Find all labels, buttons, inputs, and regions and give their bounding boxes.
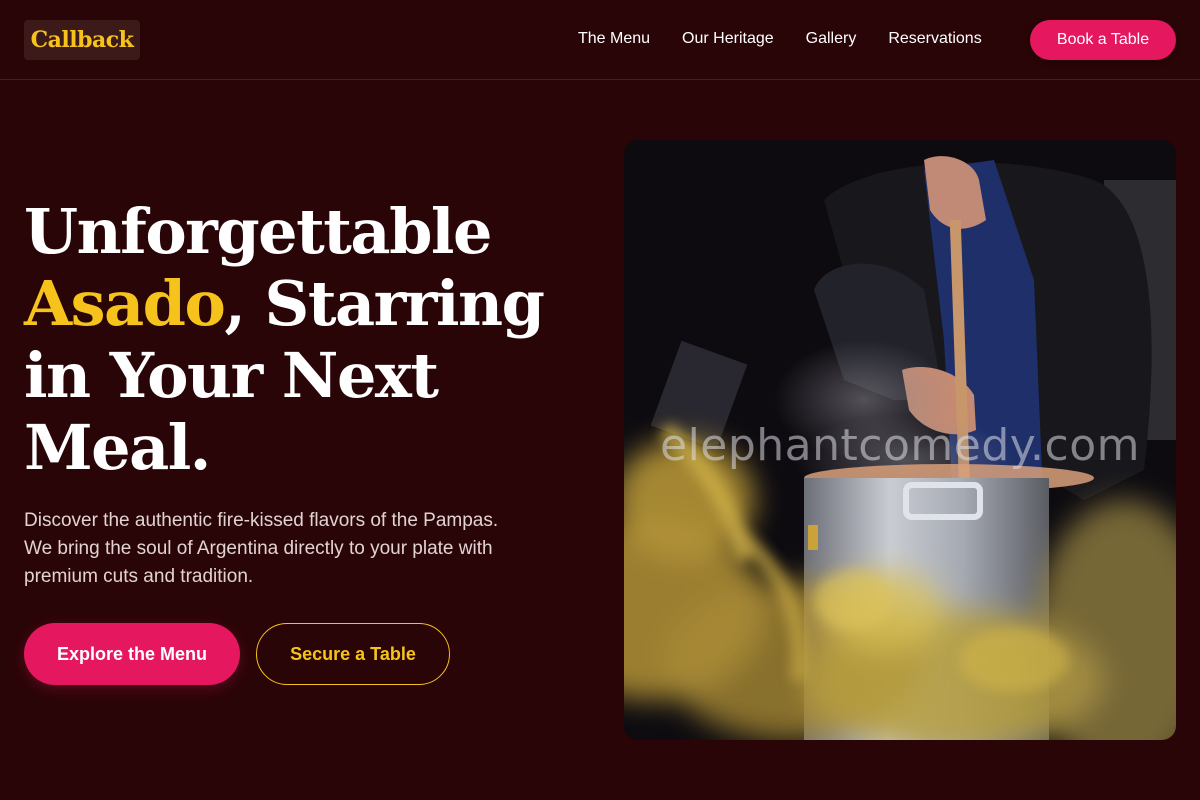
hero-photo-illustration: [624, 140, 1176, 740]
hero-title-line-1: Unforgettable: [24, 195, 492, 268]
logo[interactable]: Callback: [24, 20, 140, 60]
hero-title-line-2-rest: , Starring: [224, 267, 545, 340]
nav-link-heritage[interactable]: Our Heritage: [682, 29, 774, 49]
hero-title: Unforgettable Asado, Starring in Your Ne…: [24, 196, 584, 484]
nav-link-reservations[interactable]: Reservations: [888, 29, 981, 49]
hero-title-accent: Asado: [24, 267, 226, 340]
secure-table-button[interactable]: Secure a Table: [256, 623, 450, 685]
nav-link-gallery[interactable]: Gallery: [806, 29, 857, 49]
hero-title-line-4: Meal.: [24, 411, 211, 484]
explore-menu-button[interactable]: Explore the Menu: [24, 623, 240, 685]
hero-image: [624, 140, 1176, 740]
hero-description: Discover the authentic fire-kissed flavo…: [24, 510, 499, 587]
site-header: Callback The Menu Our Heritage Gallery R…: [0, 0, 1200, 80]
main-nav: The Menu Our Heritage Gallery Reservatio…: [578, 29, 1014, 49]
hero-title-line-3: in Your Next: [24, 339, 439, 412]
nav-link-menu[interactable]: The Menu: [578, 29, 650, 49]
book-table-button[interactable]: Book a Table: [1030, 20, 1176, 60]
